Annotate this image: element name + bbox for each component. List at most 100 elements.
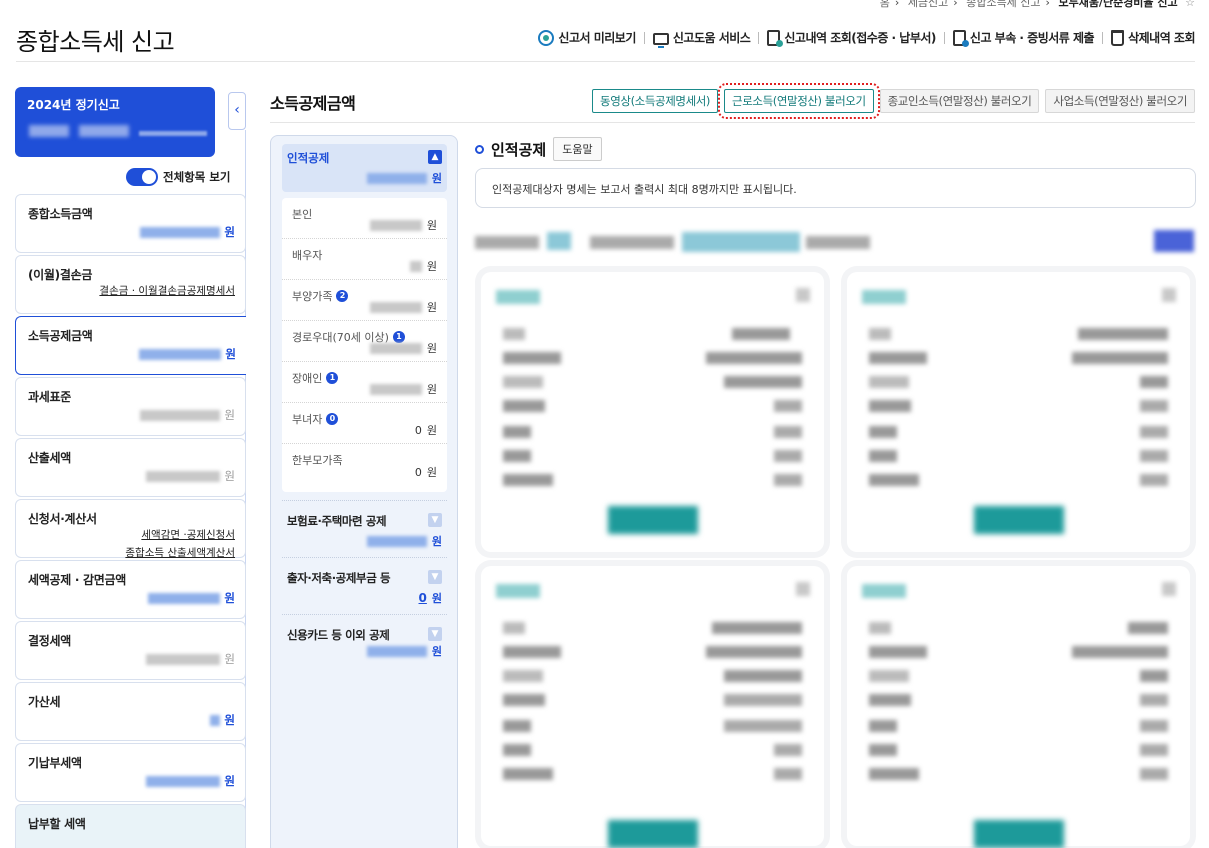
sub-item-disabled[interactable]: 장애인 1 원 xyxy=(282,362,447,403)
import-button-row: 동영상(소득공제명세서) 근로소득(연말정산) 불러오기 종교인소득(연말정산)… xyxy=(592,83,1195,119)
preview-report-label: 신고서 미리보기 xyxy=(558,31,636,45)
amount-value: 0 xyxy=(414,423,422,437)
edit-person-button[interactable] xyxy=(974,820,1064,848)
religious-income-import-button[interactable]: 종교인소득(연말정산) 불러오기 xyxy=(879,89,1040,113)
redacted-amount xyxy=(140,409,221,421)
sub-item-label: 한부모가족 xyxy=(292,454,343,467)
sub-item-label: 배우자 xyxy=(292,249,323,262)
earned-income-import-button[interactable]: 근로소득(연말정산) 불러오기 xyxy=(718,83,880,119)
breadcrumb-home[interactable]: 홈 xyxy=(880,0,890,9)
sidebar-item-calculated-tax[interactable]: 산출세액 원 xyxy=(15,438,246,497)
tax-reduction-application-link[interactable]: 세액감면 ·공제신청서 xyxy=(125,526,235,544)
redacted-name xyxy=(29,125,69,137)
edit-person-button[interactable] xyxy=(608,820,698,848)
show-all-toggle-row: 전체항목 보기 xyxy=(126,168,230,186)
page-title: 종합소득세 신고 xyxy=(16,28,175,56)
filing-period-title: 2024년 정기신고 xyxy=(27,98,120,112)
unit-label: 원 xyxy=(224,591,235,605)
redacted-amount xyxy=(146,775,221,787)
redacted-amount xyxy=(146,470,221,482)
sidebar-item-label: 기납부세액 xyxy=(28,756,82,770)
sub-item-label: 부양가족 xyxy=(292,290,333,303)
monitor-icon xyxy=(652,32,669,48)
submit-documents-link[interactable]: 신고 부속 · 증빙서류 제출 xyxy=(952,29,1095,47)
sidebar-item-label: 산출세액 xyxy=(28,451,71,465)
unit-label: 원 xyxy=(431,172,442,185)
person-card xyxy=(847,272,1190,552)
chevron-down-icon[interactable]: ▼ xyxy=(428,513,442,527)
nav-section-other-deductions[interactable]: 신용카드 등 이외 공제 ▼ 원 xyxy=(282,614,447,670)
sidebar-item-tax-payable[interactable]: 납부할 세액 xyxy=(15,804,246,848)
unit-label: 원 xyxy=(225,347,236,361)
favorite-star-icon[interactable]: ☆ xyxy=(1185,0,1195,9)
sidebar-item-income-deduction[interactable]: 소득공제금액 원 xyxy=(15,316,246,375)
check-circle-icon xyxy=(538,29,555,46)
show-all-toggle[interactable] xyxy=(126,168,158,186)
sidebar-item-label: 종합소득금액 xyxy=(28,207,93,221)
unit-label: 원 xyxy=(426,301,437,314)
filing-help-label: 신고도움 서비스 xyxy=(672,31,751,45)
loss-deduction-statement-link[interactable]: 결손금 · 이월결손금공제명세서 xyxy=(99,282,235,300)
redacted-amount xyxy=(369,383,422,395)
business-income-import-button[interactable]: 사업소득(연말정산) 불러오기 xyxy=(1045,89,1195,113)
redacted-button[interactable] xyxy=(1154,230,1194,252)
info-notice: 인적공제대상자 명세는 보고서 출력시 최대 8명까지만 표시됩니다. xyxy=(475,168,1196,208)
sidebar-item-additional-tax[interactable]: 가산세 원 xyxy=(15,682,246,741)
sub-item-senior[interactable]: 경로우대(70세 이상) 1 원 xyxy=(282,321,447,362)
filing-history-label: 신고내역 조회(접수증 · 납부서) xyxy=(784,31,936,45)
sub-item-single-parent[interactable]: 한부모가족 0원 xyxy=(282,444,447,485)
redacted-amount xyxy=(409,260,422,272)
nav-section-insurance-housing[interactable]: 보험료·주택마련 공제 ▼ 원 xyxy=(282,500,447,556)
person-card xyxy=(481,272,824,552)
nav-section-personal-deduction[interactable]: 인적공제 ▲ 원 xyxy=(282,144,447,192)
trash-icon xyxy=(1111,29,1125,46)
sidebar-item-tax-base[interactable]: 과세표준 원 xyxy=(15,377,246,436)
sub-item-self[interactable]: 본인 원 xyxy=(282,198,447,239)
breadcrumb-income-tax[interactable]: 종합소득세 신고 xyxy=(966,0,1040,9)
redacted-text xyxy=(475,236,539,249)
unit-label: 원 xyxy=(426,383,437,396)
amount-value[interactable]: 0 xyxy=(419,591,427,605)
filing-help-link[interactable]: 신고도움 서비스 xyxy=(652,29,751,48)
sub-item-single-woman[interactable]: 부녀자 0 0원 xyxy=(282,403,447,444)
video-guide-button[interactable]: 동영상(소득공제명세서) xyxy=(592,89,719,113)
sidebar-item-label: 가산세 xyxy=(28,695,61,709)
detail-section-title: 인적공제 xyxy=(491,140,547,159)
sub-item-label: 부녀자 xyxy=(292,413,323,426)
sidebar-item-label: 결정세액 xyxy=(28,634,71,648)
count-badge: 0 xyxy=(326,413,339,425)
unit-label: 원 xyxy=(426,342,437,355)
sub-item-spouse[interactable]: 배우자 원 xyxy=(282,239,447,280)
redacted-text xyxy=(590,236,674,249)
sidebar-item-tax-credit[interactable]: 세액공제 · 감면금액 원 xyxy=(15,560,246,619)
sub-item-dependents[interactable]: 부양가족 2 원 xyxy=(282,280,447,321)
show-all-toggle-label: 전체항목 보기 xyxy=(163,170,231,184)
sidebar-item-prepaid-tax[interactable]: 기납부세액 원 xyxy=(15,743,246,802)
deleted-history-link[interactable]: 삭제내역 조회 xyxy=(1111,29,1195,46)
sidebar-collapse-button[interactable]: ‹ xyxy=(228,92,246,130)
redacted-text xyxy=(682,232,800,252)
sub-item-label: 장애인 xyxy=(292,372,323,385)
preview-report-link[interactable]: 신고서 미리보기 xyxy=(538,29,636,46)
sidebar-item-determined-tax[interactable]: 결정세액 원 xyxy=(15,621,246,680)
detail-section-header: 인적공제 도움말 xyxy=(475,137,602,161)
redacted-amount xyxy=(366,172,427,184)
chevron-down-icon[interactable]: ▼ xyxy=(428,627,442,641)
sidebar-item-application-forms[interactable]: 신청서·계산서 세액감면 ·공제신청서 종합소득 산출세액계산서 xyxy=(15,499,246,559)
chevron-up-icon[interactable]: ▲ xyxy=(428,150,442,164)
nav-section-savings[interactable]: 출자·저축·공제부금 등 ▼ 0원 xyxy=(282,557,447,613)
help-button[interactable]: 도움말 xyxy=(553,137,602,161)
filing-history-link[interactable]: 신고내역 조회(접수증 · 납부서) xyxy=(767,29,936,47)
redacted-text xyxy=(806,236,870,249)
unit-label: 원 xyxy=(224,774,235,788)
edit-person-button[interactable] xyxy=(608,506,698,534)
sidebar-item-total-income[interactable]: 종합소득금액 원 xyxy=(15,194,246,253)
unit-label: 원 xyxy=(426,260,437,273)
chevron-down-icon[interactable]: ▼ xyxy=(428,570,442,584)
breadcrumb-tax-filing[interactable]: 세금신고 xyxy=(908,0,948,9)
top-menu: 신고서 미리보기 신고도움 서비스 신고내역 조회(접수증 · 납부서) 신고 … xyxy=(538,29,1195,48)
redacted-text xyxy=(547,232,571,250)
sidebar-item-loss-carryover[interactable]: (이월)결손금 결손금 · 이월결손금공제명세서 xyxy=(15,255,246,314)
edit-person-button[interactable] xyxy=(974,506,1064,534)
unit-label: 원 xyxy=(224,225,235,239)
